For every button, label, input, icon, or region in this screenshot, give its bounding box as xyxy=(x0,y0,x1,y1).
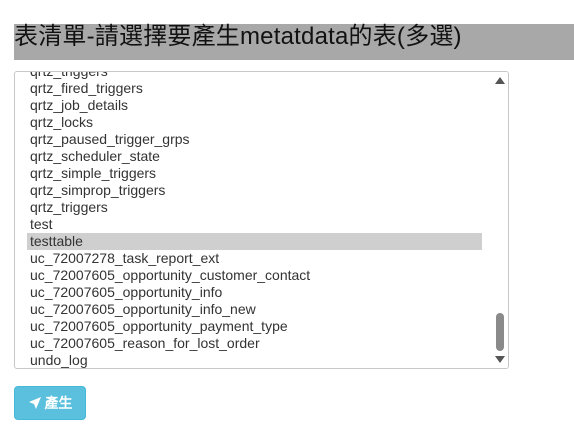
table-multiselect-list[interactable]: qrtz_triggers qrtz_fired_triggersqrtz_jo… xyxy=(14,71,509,369)
list-item[interactable]: uc_72007605_opportunity_info xyxy=(27,284,482,301)
list-item[interactable]: qrtz_triggers xyxy=(27,199,482,216)
list-item[interactable]: undo_log xyxy=(27,352,482,368)
list-item[interactable]: uc_72007605_reason_for_lost_order xyxy=(27,335,482,352)
list-scrollbar[interactable] xyxy=(492,72,508,368)
list-item[interactable]: qrtz_job_details xyxy=(27,97,482,114)
list-item[interactable]: qrtz_simprop_triggers xyxy=(27,182,482,199)
list-item[interactable]: qrtz_scheduler_state xyxy=(27,148,482,165)
scroll-up-arrow-icon[interactable] xyxy=(495,77,505,84)
list-item-selected[interactable]: testtable xyxy=(27,233,482,250)
send-icon xyxy=(28,396,42,410)
list-item[interactable]: qrtz_fired_triggers xyxy=(27,80,482,97)
list-item[interactable]: qrtz_paused_trigger_grps xyxy=(27,131,482,148)
list-item-partial[interactable]: qrtz_triggers xyxy=(27,72,482,80)
list-item[interactable]: qrtz_locks xyxy=(27,114,482,131)
page-title: 表清單-請選擇要產生metatdata的表(多選) xyxy=(14,23,462,50)
list-item[interactable]: test xyxy=(27,216,482,233)
list-item[interactable]: uc_72007605_opportunity_info_new xyxy=(27,301,482,318)
list-item[interactable]: qrtz_simple_triggers xyxy=(27,165,482,182)
generate-button[interactable]: 產生 xyxy=(14,386,86,420)
list-item[interactable]: uc_72007278_task_report_ext xyxy=(27,250,482,267)
list-items: qrtz_triggers qrtz_fired_triggersqrtz_jo… xyxy=(27,72,482,368)
scroll-thumb[interactable] xyxy=(496,313,504,351)
list-viewport: qrtz_triggers qrtz_fired_triggersqrtz_jo… xyxy=(15,72,492,368)
list-item[interactable]: uc_72007605_opportunity_customer_contact xyxy=(27,267,482,284)
list-item[interactable]: uc_72007605_opportunity_payment_type xyxy=(27,318,482,335)
generate-button-label: 產生 xyxy=(44,395,73,411)
scroll-down-arrow-icon[interactable] xyxy=(495,356,505,363)
